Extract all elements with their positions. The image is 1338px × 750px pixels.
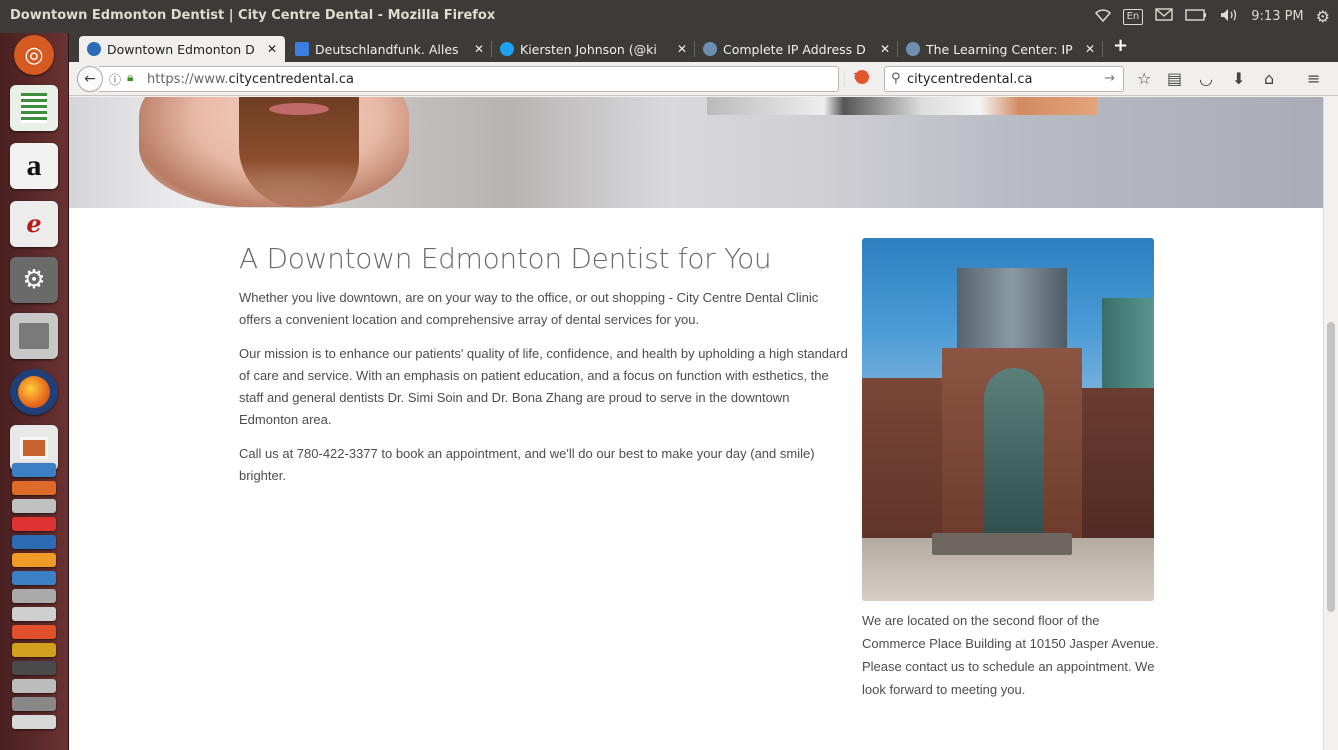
pocket-icon[interactable]: ◡ bbox=[1199, 69, 1213, 88]
battery-icon[interactable] bbox=[1185, 8, 1207, 25]
tab-learning-center[interactable]: The Learning Center: IP ✕ bbox=[898, 36, 1103, 62]
window-title: Downtown Edmonton Dentist | City Centre … bbox=[10, 8, 496, 23]
search-input[interactable]: citycentredental.ca bbox=[907, 72, 1033, 87]
wifi-icon[interactable] bbox=[1094, 8, 1111, 26]
stacked-app-icon[interactable] bbox=[12, 697, 56, 711]
tab-label: The Learning Center: IP bbox=[926, 41, 1073, 57]
mail-icon[interactable] bbox=[1155, 8, 1173, 25]
tab-downtown-edmonton[interactable]: Downtown Edmonton D ✕ bbox=[79, 36, 285, 62]
stacked-app-icon[interactable] bbox=[12, 481, 56, 495]
navigation-bar: ⓘ 🔒︎ https://www.citycentredental.ca ↻ ←… bbox=[69, 62, 1338, 96]
extension-icon[interactable] bbox=[855, 70, 869, 84]
tab-twitter[interactable]: Kiersten Johnson (@ki ✕ bbox=[492, 36, 695, 62]
stacked-app-icon[interactable] bbox=[12, 715, 56, 729]
url-text[interactable]: https://www.citycentredental.ca bbox=[147, 72, 354, 87]
mission-paragraph: Our mission is to enhance our patients' … bbox=[239, 346, 848, 427]
entrance-arch-shape bbox=[984, 368, 1044, 538]
tab-label: Complete IP Address D bbox=[723, 41, 866, 57]
bookmark-star-icon[interactable]: ☆ bbox=[1137, 69, 1151, 88]
downloads-icon[interactable]: ⬇ bbox=[1232, 69, 1245, 88]
close-tab-icon[interactable]: ✕ bbox=[1085, 42, 1095, 56]
tab-deutschlandfunk[interactable]: Deutschlandfunk. Alles ✕ bbox=[287, 36, 492, 62]
ubuntu-dash-icon[interactable]: ◎ bbox=[14, 35, 54, 75]
close-tab-icon[interactable]: ✕ bbox=[677, 42, 687, 56]
stacked-app-icon[interactable] bbox=[12, 589, 56, 603]
stacked-app-icon[interactable] bbox=[12, 571, 56, 585]
menu-icon[interactable]: ≡ bbox=[1307, 69, 1320, 88]
call-paragraph: Call us at 780-422-3377 to book an appoi… bbox=[239, 446, 815, 483]
fountain-shape bbox=[932, 533, 1072, 555]
home-icon[interactable]: ⌂ bbox=[1264, 69, 1274, 88]
file-archive-icon[interactable] bbox=[10, 313, 58, 359]
stacked-app-icon[interactable] bbox=[12, 643, 56, 657]
reading-list-icon[interactable]: ▤ bbox=[1167, 69, 1182, 88]
tab-label: Downtown Edmonton D bbox=[107, 41, 255, 57]
stacked-app-icon[interactable] bbox=[12, 517, 56, 531]
stacked-app-icon[interactable] bbox=[12, 679, 56, 693]
stacked-app-icon[interactable] bbox=[12, 535, 56, 549]
page-scrollbar[interactable] bbox=[1323, 97, 1338, 750]
intro-paragraph: Whether you live downtown, are on your w… bbox=[239, 290, 819, 327]
twitter-favicon bbox=[500, 42, 514, 56]
brick-wall-shape bbox=[1082, 388, 1154, 548]
stacked-app-icon[interactable] bbox=[12, 499, 56, 513]
staff-photos-strip bbox=[707, 97, 1097, 115]
firefox-icon[interactable] bbox=[10, 369, 58, 415]
commerce-place-building-photo bbox=[862, 238, 1154, 601]
tab-label: Kiersten Johnson (@ki bbox=[520, 41, 657, 57]
keyboard-layout-indicator[interactable]: En bbox=[1122, 8, 1144, 25]
url-domain: citycentredental.ca bbox=[228, 72, 354, 87]
tab-strip: Downtown Edmonton D ✕ Deutschlandfunk. A… bbox=[69, 33, 1338, 62]
clock[interactable]: 9:13 PM bbox=[1251, 9, 1303, 24]
globe-favicon bbox=[703, 42, 717, 56]
back-button[interactable]: ← bbox=[77, 66, 103, 92]
stacked-app-icon[interactable] bbox=[12, 553, 56, 567]
new-tab-button[interactable]: + bbox=[1113, 35, 1128, 56]
close-tab-icon[interactable]: ✕ bbox=[880, 42, 890, 56]
system-settings-icon[interactable]: ⚙ bbox=[10, 257, 58, 303]
tab-label: Deutschlandfunk. Alles bbox=[315, 41, 459, 57]
stacked-app-icon[interactable] bbox=[12, 625, 56, 639]
city-centre-dental-favicon bbox=[87, 42, 101, 56]
spreadsheet-icon[interactable] bbox=[10, 85, 58, 131]
tab-complete-ip[interactable]: Complete IP Address D ✕ bbox=[695, 36, 898, 62]
info-icon[interactable]: ⓘ bbox=[109, 71, 121, 88]
tab-separator bbox=[1102, 41, 1103, 57]
search-go-icon[interactable]: → bbox=[1104, 71, 1115, 86]
page-heading: A Downtown Edmonton Dentist for You bbox=[239, 242, 772, 275]
document-favicon bbox=[295, 42, 309, 56]
brick-wall-shape bbox=[862, 378, 942, 548]
url-prefix: https://www. bbox=[147, 72, 229, 87]
web-page: A Downtown Edmonton Dentist for You Whet… bbox=[69, 97, 1323, 750]
top-panel: Downtown Edmonton Dentist | City Centre … bbox=[0, 0, 1338, 33]
amazon-icon[interactable]: a bbox=[10, 143, 58, 189]
close-tab-icon[interactable]: ✕ bbox=[267, 42, 277, 56]
lock-icon[interactable]: 🔒︎ bbox=[127, 70, 133, 85]
url-bar[interactable]: ⓘ 🔒︎ https://www.citycentredental.ca ↻ bbox=[99, 66, 864, 92]
close-tab-icon[interactable]: ✕ bbox=[474, 42, 484, 56]
search-bar[interactable]: ⚲ citycentredental.ca → bbox=[884, 66, 1124, 92]
pdf-reader-icon[interactable]: ℯ bbox=[10, 201, 58, 247]
settings-gear-icon[interactable]: ⚙ bbox=[1316, 7, 1330, 26]
stacked-app-icon[interactable] bbox=[12, 607, 56, 621]
indicator-area: En 9:13 PM ⚙ bbox=[1094, 7, 1330, 26]
glass-building-shape bbox=[1102, 298, 1154, 398]
stacked-app-icon[interactable] bbox=[12, 463, 56, 477]
stacked-app-icon[interactable] bbox=[12, 661, 56, 675]
search-icon: ⚲ bbox=[891, 71, 901, 86]
hero-lips-image bbox=[269, 103, 329, 115]
hero-banner-image bbox=[69, 97, 1323, 208]
location-caption: We are located on the second floor of th… bbox=[862, 613, 1159, 697]
globe-favicon bbox=[906, 42, 920, 56]
unity-launcher: ◎ a ℯ ⚙ bbox=[0, 33, 69, 750]
scrollbar-thumb[interactable] bbox=[1327, 322, 1335, 612]
volume-icon[interactable] bbox=[1219, 8, 1239, 26]
